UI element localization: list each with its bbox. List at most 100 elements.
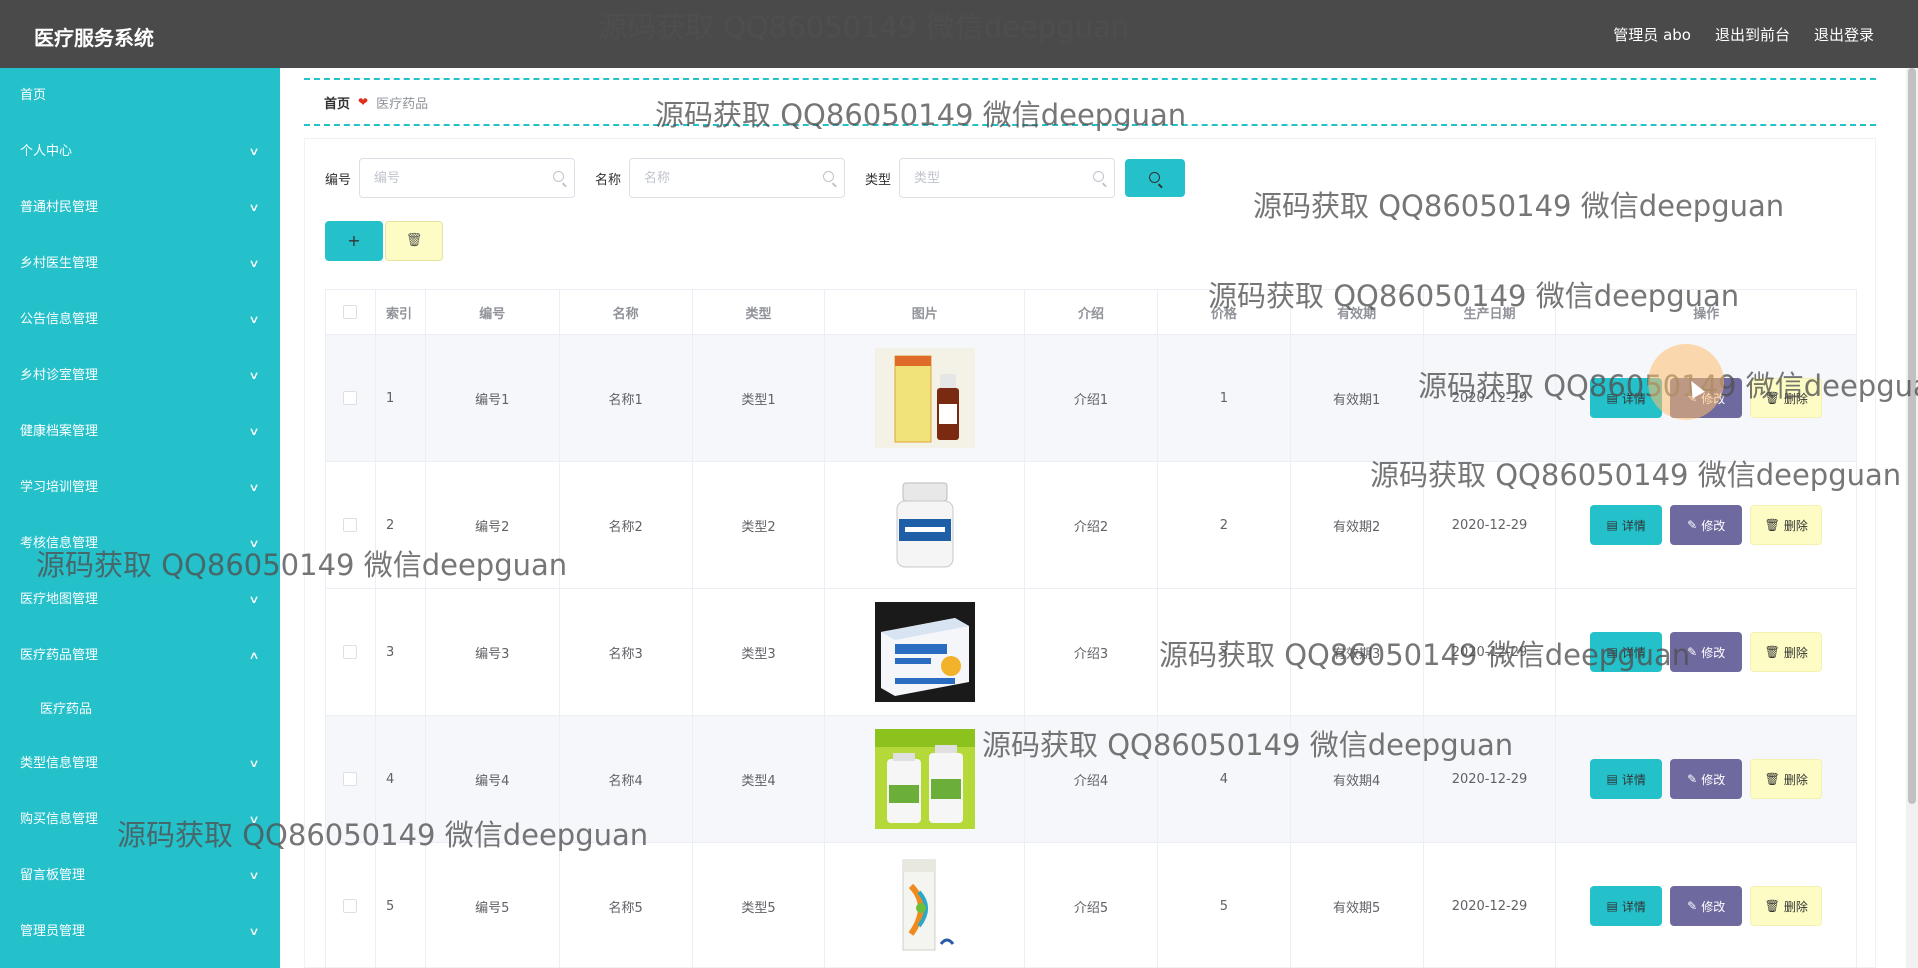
search-type-input[interactable] bbox=[900, 159, 1081, 197]
cell-number: 编号4 bbox=[426, 716, 560, 842]
chevron-down-icon: ∨ bbox=[248, 481, 260, 494]
chevron-down-icon: ∨ bbox=[248, 537, 260, 550]
delete-button[interactable]: 🗑 删除 bbox=[1750, 886, 1823, 926]
delete-label: 删除 bbox=[1783, 899, 1808, 914]
chevron-down-icon: ∨ bbox=[248, 425, 260, 438]
cell-number: 编号2 bbox=[426, 462, 560, 588]
sidebar-item-health-records[interactable]: 健康档案管理 ∨ bbox=[0, 404, 280, 460]
sidebar-item-notices[interactable]: 公告信息管理 ∨ bbox=[0, 292, 280, 348]
col-number: 编号 bbox=[426, 290, 560, 334]
sidebar-item-admins[interactable]: 管理员管理 ∨ bbox=[0, 904, 280, 960]
sidebar-item-label: 乡村诊室管理 bbox=[20, 368, 99, 383]
edit-button[interactable]: ✎修改 bbox=[1670, 886, 1743, 926]
detail-button[interactable]: ▤ 详情 bbox=[1590, 886, 1663, 926]
cell-price: 5 bbox=[1158, 843, 1291, 968]
cell-number: 编号3 bbox=[426, 589, 560, 715]
top-actions: 管理员 abo 退出到前台 退出登录 bbox=[1613, 24, 1874, 45]
edit-label: 修改 bbox=[1701, 518, 1726, 533]
sidebar-item-home[interactable]: 首页 bbox=[0, 68, 280, 124]
medicine-image[interactable] bbox=[874, 348, 975, 448]
edit-label: 修改 bbox=[1701, 899, 1726, 914]
edit-button[interactable]: ✎修改 bbox=[1670, 505, 1743, 545]
sidebar-item-assessment[interactable]: 考核信息管理 ∨ bbox=[0, 516, 280, 572]
search-number-input[interactable] bbox=[360, 159, 541, 197]
search-button[interactable] bbox=[1125, 159, 1186, 197]
sidebar-item-training[interactable]: 学习培训管理 ∨ bbox=[0, 460, 280, 516]
col-image: 图片 bbox=[825, 290, 1026, 334]
delete-button[interactable]: 🗑 删除 bbox=[1750, 378, 1823, 418]
search-number-box bbox=[359, 158, 576, 198]
edit-button[interactable]: ✎修改 bbox=[1670, 632, 1743, 672]
breadcrumb-home[interactable]: 首页 bbox=[324, 93, 350, 112]
medicine-image[interactable] bbox=[874, 602, 975, 702]
delete-button[interactable]: 🗑 删除 bbox=[1750, 632, 1823, 672]
chevron-down-icon: ∨ bbox=[248, 757, 260, 770]
sidebar-item-types[interactable]: 类型信息管理 ∨ bbox=[0, 736, 280, 792]
table-row: 2 编号2 名称2 类型2 介绍2 2 有效期2 2020-12-29 ▤ 详情… bbox=[326, 461, 1856, 588]
sidebar-item-message-board[interactable]: 留言板管理 ∨ bbox=[0, 848, 280, 904]
edit-icon: ✎ bbox=[1687, 518, 1698, 532]
detail-button[interactable]: ▤ 详情 bbox=[1590, 505, 1663, 545]
sidebar-item-label: 留言板管理 bbox=[20, 868, 86, 883]
delete-button[interactable]: 🗑 删除 bbox=[1750, 505, 1823, 545]
cell-expiry: 有效期5 bbox=[1291, 843, 1424, 968]
medicine-image[interactable] bbox=[874, 729, 975, 829]
medicine-image[interactable] bbox=[874, 475, 975, 575]
cell-type: 类型3 bbox=[693, 589, 826, 715]
cell-production-date: 2020-12-29 bbox=[1424, 589, 1557, 715]
batch-delete-button[interactable]: 🗑 bbox=[385, 221, 443, 261]
delete-button[interactable]: 🗑 删除 bbox=[1750, 759, 1823, 799]
sidebar-item-villagers[interactable]: 普通村民管理 ∨ bbox=[0, 180, 280, 236]
edit-button[interactable]: ✎修改 bbox=[1670, 759, 1743, 799]
sidebar-item-doctors[interactable]: 乡村医生管理 ∨ bbox=[0, 236, 280, 292]
row-checkbox[interactable] bbox=[343, 899, 358, 913]
row-checkbox[interactable] bbox=[343, 518, 358, 532]
detail-button[interactable]: ▤ 详情 bbox=[1590, 632, 1663, 672]
row-actions: ▤详情 ✎修改 🗑删除 bbox=[1556, 589, 1856, 715]
row-checkbox[interactable] bbox=[343, 391, 358, 405]
sidebar-item-personal-center[interactable]: 个人中心 ∨ bbox=[0, 124, 280, 180]
search-label-name: 名称 bbox=[595, 172, 622, 188]
document-icon: ▤ bbox=[1606, 391, 1618, 405]
select-all-checkbox[interactable] bbox=[343, 305, 358, 319]
sidebar-item-label: 医疗药品管理 bbox=[20, 648, 99, 663]
search-icon bbox=[553, 171, 565, 182]
sidebar-item-label: 首页 bbox=[20, 88, 47, 103]
sidebar-item-clinics[interactable]: 乡村诊室管理 ∨ bbox=[0, 348, 280, 404]
cell-production-date: 2020-12-29 bbox=[1424, 335, 1557, 461]
sidebar-subitem-medicine[interactable]: 医疗药品 bbox=[0, 684, 280, 736]
chevron-down-icon: ∨ bbox=[248, 145, 260, 158]
scrollbar-thumb[interactable] bbox=[1908, 68, 1916, 804]
sidebar-item-medical-map[interactable]: 医疗地图管理 ∨ bbox=[0, 572, 280, 628]
document-icon: ▤ bbox=[1606, 899, 1618, 913]
cell-production-date: 2020-12-29 bbox=[1424, 462, 1557, 588]
sidebar-item-purchases[interactable]: 购买信息管理 ∨ bbox=[0, 792, 280, 848]
sidebar-item-label: 医疗地图管理 bbox=[20, 592, 99, 607]
trash-icon: 🗑 bbox=[1764, 899, 1780, 913]
page-scrollbar[interactable] bbox=[1906, 68, 1918, 968]
medicine-image[interactable] bbox=[874, 856, 975, 956]
add-button[interactable]: + bbox=[325, 221, 383, 261]
cell-index: 2 bbox=[376, 462, 426, 588]
sidebar-item-label: 健康档案管理 bbox=[20, 424, 99, 439]
exit-to-front-link[interactable]: 退出到前台 bbox=[1715, 24, 1790, 45]
detail-label: 详情 bbox=[1621, 518, 1646, 533]
breadcrumb-current: 医疗药品 bbox=[376, 96, 429, 112]
sidebar-item-label: 考核信息管理 bbox=[20, 536, 99, 551]
document-icon: ▤ bbox=[1606, 645, 1618, 659]
sidebar-item-label: 个人中心 bbox=[20, 144, 73, 159]
logout-link[interactable]: 退出登录 bbox=[1814, 24, 1874, 45]
cell-number: 编号1 bbox=[426, 335, 560, 461]
sidebar-item-label: 公告信息管理 bbox=[20, 312, 99, 327]
cell-description: 介绍3 bbox=[1025, 589, 1158, 715]
row-checkbox[interactable] bbox=[343, 645, 358, 659]
table-row: 4 编号4 名称4 类型4 介绍4 4 有效期4 2020-12-29 ▤ 详情… bbox=[326, 715, 1856, 842]
detail-button[interactable]: ▤ 详情 bbox=[1590, 759, 1663, 799]
search-name-input[interactable] bbox=[630, 159, 811, 197]
search-label-number: 编号 bbox=[325, 172, 352, 188]
cell-description: 介绍4 bbox=[1025, 716, 1158, 842]
cell-expiry: 有效期1 bbox=[1291, 335, 1424, 461]
row-checkbox[interactable] bbox=[343, 772, 358, 786]
chevron-down-icon: ∨ bbox=[248, 925, 260, 938]
sidebar-item-medicine-mgmt[interactable]: 医疗药品管理 ∧ bbox=[0, 628, 280, 684]
